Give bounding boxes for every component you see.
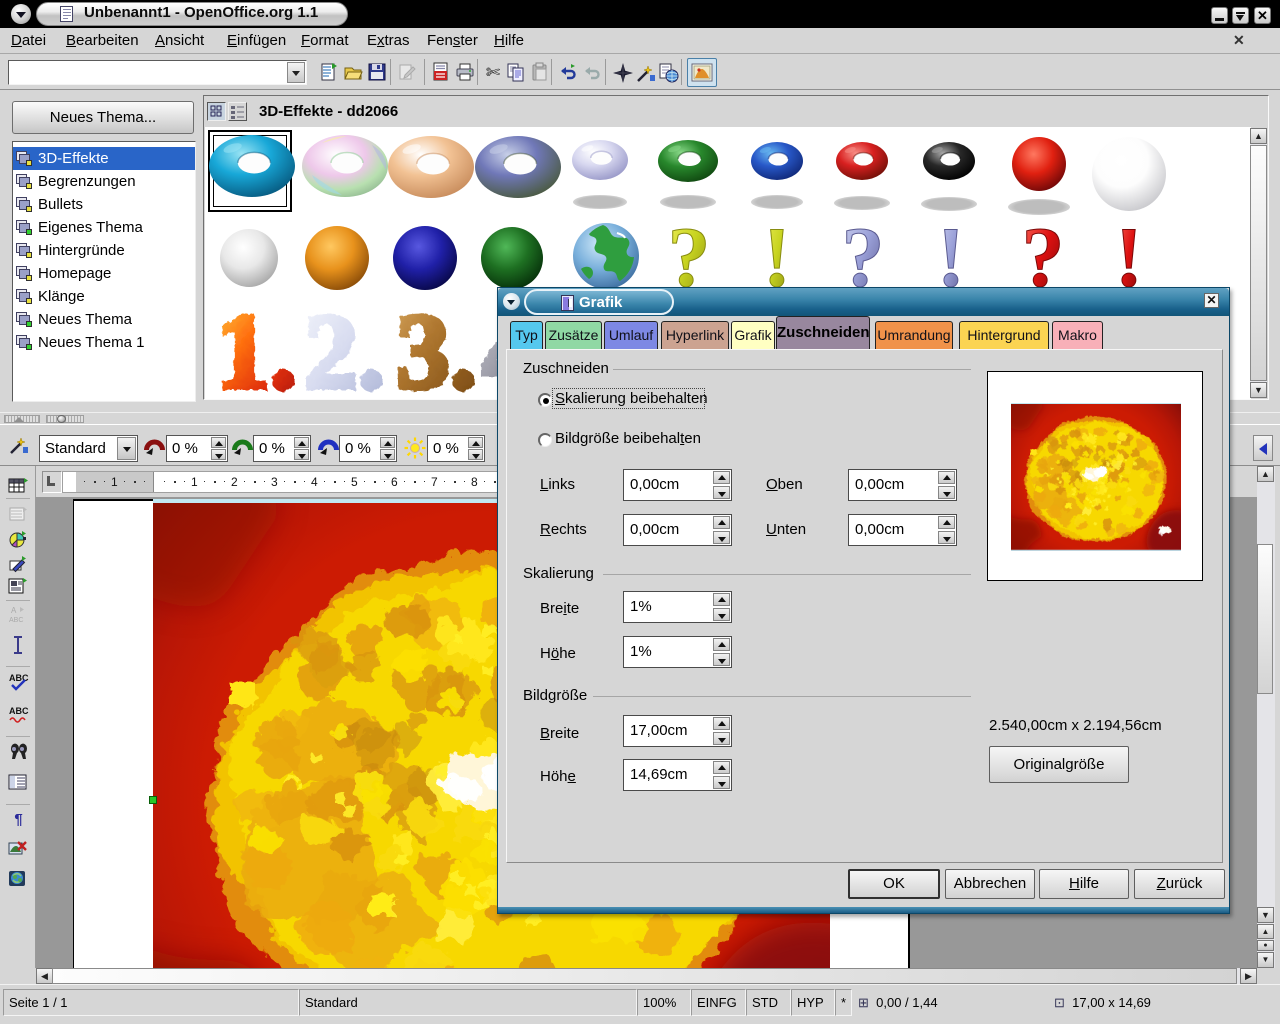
svg-text:A: A xyxy=(11,606,17,615)
svg-text:2.: 2. xyxy=(303,303,384,403)
svg-text:ABC: ABC xyxy=(9,706,29,716)
svg-text:ABC: ABC xyxy=(9,617,23,624)
svg-text:ABC: ABC xyxy=(9,673,29,683)
svg-text:3.: 3. xyxy=(395,303,476,403)
svg-text:1.: 1. xyxy=(215,303,296,403)
